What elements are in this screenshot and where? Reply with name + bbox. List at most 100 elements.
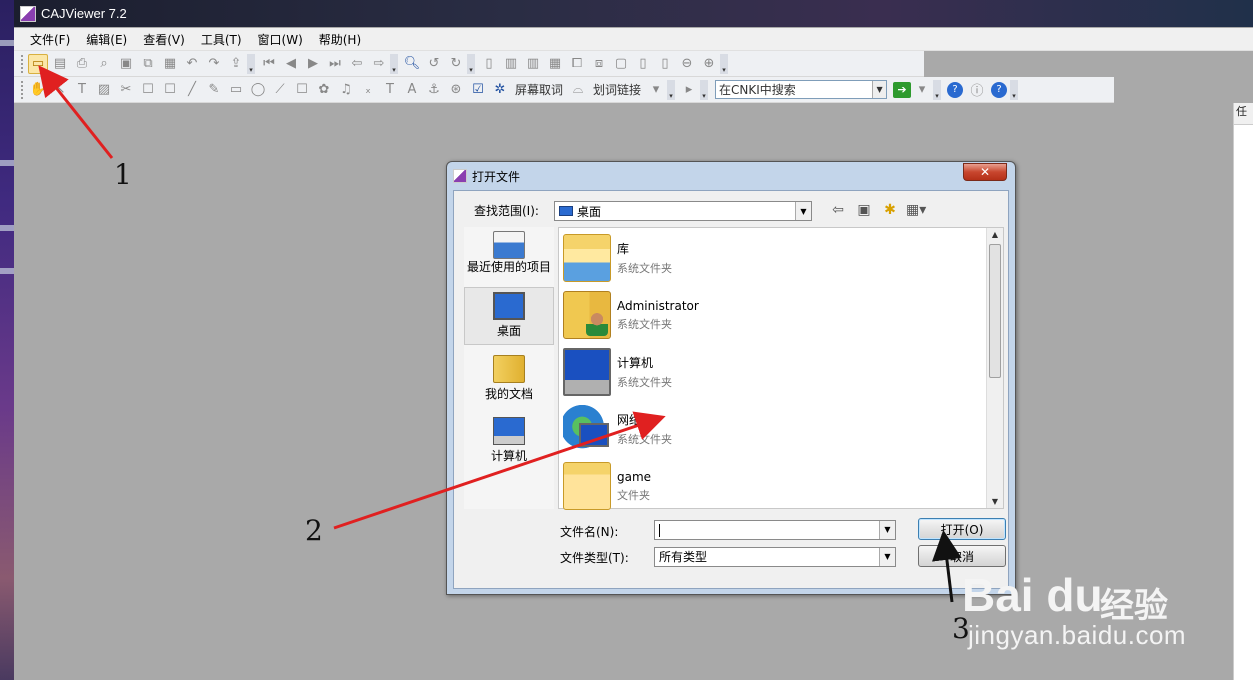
menu-view[interactable]: 查看(V) bbox=[135, 31, 193, 48]
save-icon[interactable]: ▤ bbox=[50, 54, 70, 74]
dropdown-arrow-icon[interactable]: ▾ bbox=[912, 80, 932, 100]
hand-tool-icon[interactable]: ✋ bbox=[28, 80, 48, 100]
toolbar-overflow-icon[interactable]: ▾ bbox=[390, 53, 398, 74]
toolbar-overflow-icon[interactable]: ▾ bbox=[247, 53, 255, 74]
word-link-icon[interactable]: ⌓ bbox=[568, 80, 588, 100]
ellipse-icon[interactable]: ◯ bbox=[248, 80, 268, 100]
dictionary-icon[interactable]: ✲ bbox=[490, 80, 510, 100]
anchor-icon[interactable]: ⚓ bbox=[424, 80, 444, 100]
context-help-icon[interactable]: ? bbox=[991, 81, 1008, 98]
dialog-title-bar[interactable]: 打开文件 bbox=[453, 166, 520, 186]
ocr-icon[interactable]: ☐ bbox=[138, 80, 158, 100]
menu-edit[interactable]: 编辑(E) bbox=[78, 31, 135, 48]
facing-page-icon[interactable]: ▥ bbox=[523, 54, 543, 74]
single-page-icon[interactable]: ▯ bbox=[479, 54, 499, 74]
list-item[interactable]: game 文件夹 bbox=[563, 458, 983, 514]
filetype-select[interactable]: 所有类型 ▼ bbox=[654, 547, 896, 567]
open-button[interactable]: 打开(O) bbox=[918, 518, 1006, 540]
multi-page-icon[interactable]: ▦ bbox=[545, 54, 565, 74]
scroll-down-icon[interactable]: ▼ bbox=[987, 497, 1003, 506]
toolbar-grip[interactable] bbox=[21, 80, 24, 99]
rotate-left-icon[interactable]: ↺ bbox=[424, 54, 444, 74]
toolbar-overflow-icon[interactable]: ▾ bbox=[933, 79, 942, 100]
text-select-icon[interactable]: T bbox=[72, 80, 92, 100]
scroll-up-icon[interactable]: ▲ bbox=[987, 230, 1003, 239]
bookmark-icon[interactable]: ⊛ bbox=[446, 80, 466, 100]
list-item[interactable]: Administrator 系统文件夹 bbox=[563, 287, 983, 343]
select-arrow-icon[interactable]: ↖ bbox=[50, 80, 70, 100]
place-my-documents[interactable]: 我的文档 bbox=[464, 351, 554, 409]
image-select-icon[interactable]: ▨ bbox=[94, 80, 114, 100]
toolbar-overflow-icon[interactable]: ▾ bbox=[700, 79, 709, 100]
list-item[interactable]: 计算机 系统文件夹 bbox=[563, 344, 983, 400]
list-item[interactable]: 网络 系统文件夹 bbox=[563, 401, 983, 457]
snapshot-icon[interactable]: ✂ bbox=[116, 80, 136, 100]
next-page-icon[interactable]: ▶ bbox=[303, 54, 323, 74]
chevron-down-icon[interactable]: ▼ bbox=[879, 521, 895, 539]
dropdown-arrow-icon[interactable]: ▾ bbox=[646, 80, 666, 100]
title-bar[interactable]: CAJViewer 7.2 bbox=[14, 0, 1253, 27]
file-list-scrollbar[interactable]: ▲ ▼ bbox=[986, 228, 1003, 508]
translate-icon[interactable]: ☐ bbox=[160, 80, 180, 100]
toolbar-overflow-icon[interactable]: ▾ bbox=[1010, 79, 1019, 100]
fit-width-icon[interactable]: ▯ bbox=[655, 54, 675, 74]
chevron-down-icon[interactable]: ▼ bbox=[872, 81, 887, 98]
text-box-icon[interactable]: ☐ bbox=[292, 80, 312, 100]
chevron-down-icon[interactable]: ▼ bbox=[879, 548, 895, 566]
forward-icon[interactable]: ⇨ bbox=[369, 54, 389, 74]
place-desktop[interactable]: 桌面 bbox=[464, 287, 554, 345]
cnki-search-input[interactable]: 在CNKI中搜索 ▼ bbox=[715, 80, 888, 99]
toolbar-grip[interactable] bbox=[21, 54, 24, 73]
view-menu-icon[interactable]: ▦▾ bbox=[906, 202, 926, 218]
search-go-icon[interactable]: ➔ bbox=[893, 81, 912, 98]
toolbar-overflow-icon[interactable]: ▾ bbox=[467, 53, 475, 74]
line-icon[interactable]: ⟋ bbox=[270, 80, 290, 100]
rectangle-icon[interactable]: ▭ bbox=[226, 80, 246, 100]
continuous-page-icon[interactable]: ▥ bbox=[501, 54, 521, 74]
menu-window[interactable]: 窗口(W) bbox=[250, 31, 311, 48]
zoom-out-icon[interactable]: ⊖ bbox=[677, 54, 697, 74]
print-preview-icon[interactable]: ⌕ bbox=[94, 54, 114, 74]
list-item[interactable]: 库 系统文件夹 bbox=[563, 230, 983, 286]
chevron-down-icon[interactable]: ▼ bbox=[795, 202, 811, 220]
place-recent[interactable]: 最近使用的项目 bbox=[464, 227, 554, 285]
print-icon[interactable]: ⎙ bbox=[72, 54, 92, 74]
scan-icon[interactable]: ▣ bbox=[116, 54, 136, 74]
last-page-icon[interactable]: ⏭ bbox=[325, 54, 345, 74]
open-folder-icon[interactable]: ▭ bbox=[28, 53, 48, 74]
note-icon[interactable]: ♫ bbox=[336, 80, 356, 100]
about-icon[interactable]: ⓘ bbox=[967, 80, 987, 100]
strikeout-icon[interactable]: ₓ bbox=[358, 80, 378, 100]
menu-file[interactable]: 文件(F) bbox=[22, 31, 78, 48]
scrollbar-thumb[interactable] bbox=[989, 244, 1001, 378]
screen-word-button[interactable]: 屏幕取词 bbox=[511, 81, 567, 98]
export-icon[interactable]: ⇪ bbox=[226, 54, 246, 74]
word-link-button[interactable]: 划词链接 bbox=[589, 81, 645, 98]
back-icon[interactable]: ⇦ bbox=[347, 54, 367, 74]
paste-icon[interactable]: ▦ bbox=[160, 54, 180, 74]
toolbar-overflow-icon[interactable]: ▾ bbox=[720, 53, 728, 74]
up-folder-icon[interactable]: ▣ bbox=[854, 202, 874, 218]
menu-tools[interactable]: 工具(T) bbox=[193, 31, 250, 48]
first-page-icon[interactable]: ⏮ bbox=[259, 54, 279, 74]
undo-icon[interactable]: ↶ bbox=[182, 54, 202, 74]
redo-icon[interactable]: ↷ bbox=[204, 54, 224, 74]
prev-page-icon[interactable]: ◀ bbox=[281, 54, 301, 74]
help-icon[interactable]: ? bbox=[947, 81, 964, 98]
stamp-icon[interactable]: ✿ bbox=[314, 80, 334, 100]
fit-page-icon[interactable]: ▯ bbox=[633, 54, 653, 74]
zoom-search-icon[interactable]: 🔍︎ bbox=[402, 54, 422, 74]
screen-word-icon[interactable]: ☑ bbox=[468, 80, 488, 100]
new-folder-icon[interactable]: ✱ bbox=[880, 202, 900, 218]
back-arrow-icon[interactable]: ⇦ bbox=[828, 202, 848, 218]
menu-help[interactable]: 帮助(H) bbox=[311, 31, 369, 48]
window-icon[interactable]: ⧈ bbox=[589, 54, 609, 74]
fullscreen-icon[interactable]: ▢ bbox=[611, 54, 631, 74]
zoom-in-icon[interactable]: ⊕ bbox=[699, 54, 719, 74]
filename-field[interactable]: ▼ bbox=[654, 520, 896, 540]
toolbar-overflow-icon[interactable]: ▾ bbox=[667, 79, 676, 100]
pen-icon[interactable]: ╱ bbox=[182, 80, 202, 100]
layout-icon[interactable]: ⧠ bbox=[567, 54, 587, 74]
cancel-button[interactable]: 取消 bbox=[918, 545, 1006, 567]
close-button[interactable]: ✕ bbox=[963, 163, 1007, 181]
